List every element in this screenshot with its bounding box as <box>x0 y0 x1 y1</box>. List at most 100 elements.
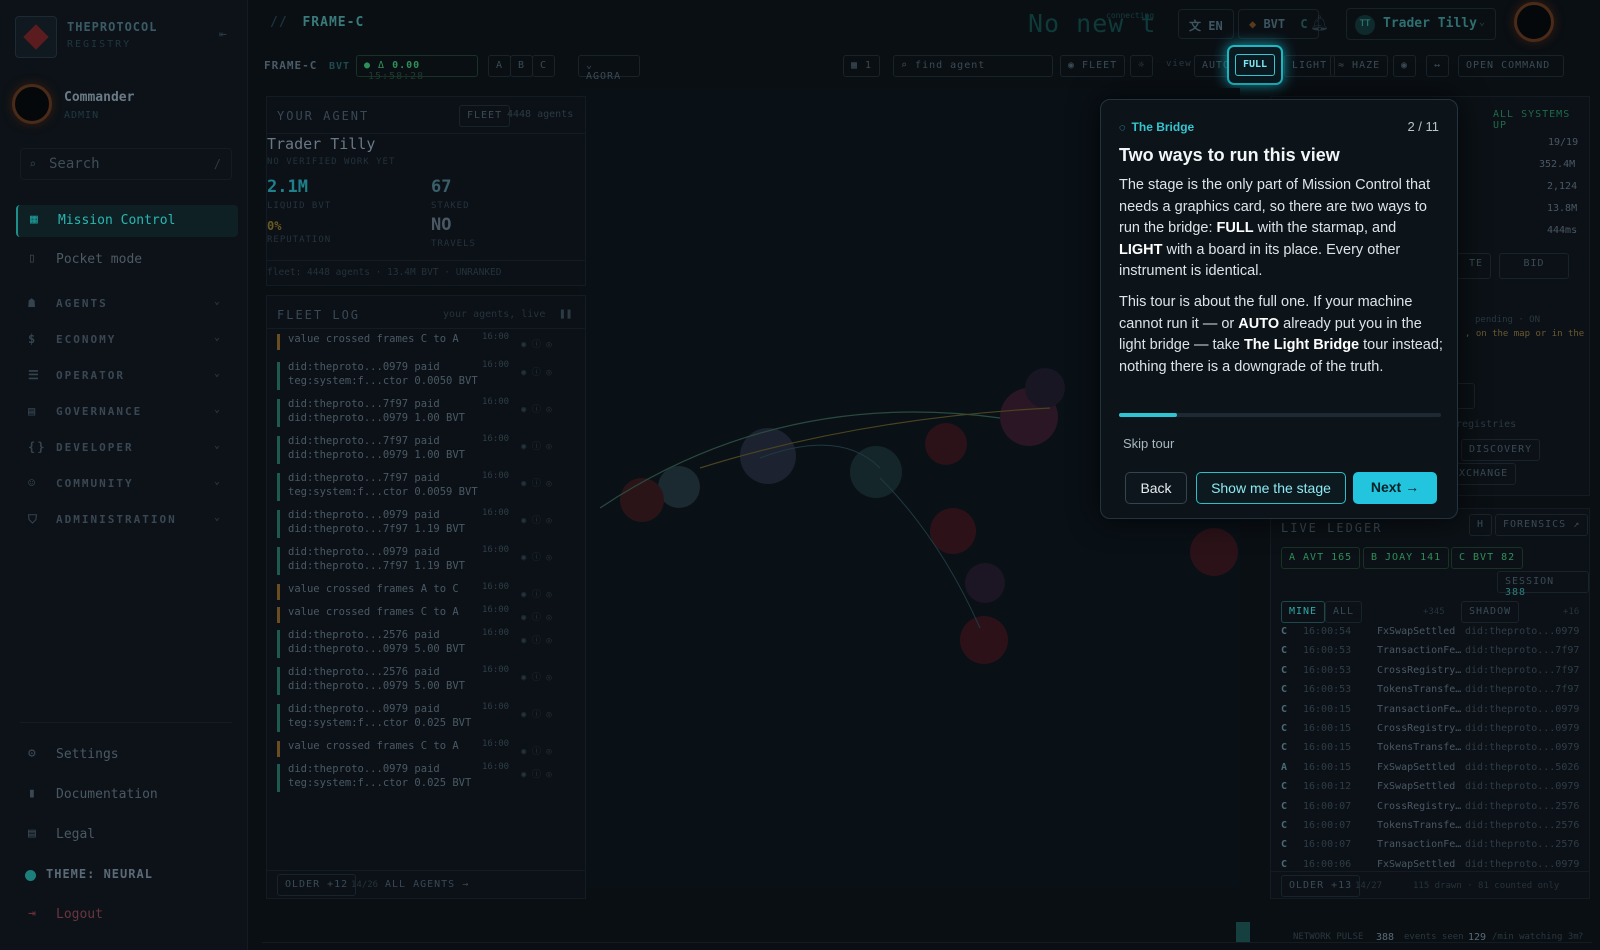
group-administration[interactable]: ⛉ ADMINISTRATION ⌄ <box>16 506 238 534</box>
back-button[interactable]: Back <box>1125 472 1187 504</box>
ledger-row[interactable]: C 16:00:07 CrossRegistry… did:theproto...25… <box>1281 798 1581 817</box>
tab-mine[interactable]: MINE <box>1281 601 1326 623</box>
xchange-button[interactable]: XCHANGE <box>1451 463 1517 485</box>
frame-c-button[interactable]: C <box>532 55 556 77</box>
legal-link[interactable]: ▤ Legal <box>16 820 238 850</box>
ledger-row[interactable]: C 16:00:54 FxSwapSettled did:theproto...097… <box>1281 623 1581 642</box>
fleet-log-row[interactable]: did:theproto...0979 paid teg:system:f...… <box>277 360 577 394</box>
divider <box>1271 871 1589 872</box>
collapse-sidebar-icon[interactable]: ⇤ <box>219 27 227 42</box>
fleet-log-row[interactable]: did:theproto...2576 paid did:theproto...… <box>277 628 577 662</box>
show-stage-button[interactable]: Show me the stage <box>1196 472 1346 504</box>
row-actions-icon[interactable]: ◉ ⓘ ◎ <box>521 365 552 378</box>
ledger-row[interactable]: C 16:00:15 CrossRegistry… did:theproto...09… <box>1281 720 1581 739</box>
all-agents-link[interactable]: ALL AGENTS → <box>385 879 469 890</box>
currency-selector[interactable]: ◆ BVT C <box>1238 9 1319 39</box>
full-label: FULL <box>1235 54 1275 76</box>
row-actions-icon[interactable]: ◉ ⓘ ◎ <box>521 707 552 720</box>
fleet-log-row[interactable]: did:theproto...7f97 paid did:theproto...… <box>277 434 577 468</box>
ledger-row[interactable]: C 16:00:53 CrossRegistry… did:theproto...7f… <box>1281 662 1581 681</box>
row-actions-icon[interactable]: ◉ ⓘ ◎ <box>521 476 552 489</box>
top-avatar[interactable] <box>1514 2 1554 42</box>
bell-icon[interactable]: 🔔︎ <box>1310 14 1329 32</box>
agent-name: Trader Tilly <box>267 135 376 153</box>
haze-button[interactable]: ≈ HAZE <box>1330 55 1389 77</box>
forensics-button[interactable]: FORENSICS ↗ <box>1495 514 1589 536</box>
group-community[interactable]: ☺ COMMUNITY ⌄ <box>16 470 238 498</box>
row-actions-icon[interactable]: ◉ ⓘ ◎ <box>521 633 552 646</box>
language-selector[interactable]: 文 EN <box>1178 9 1234 39</box>
frame-a-button[interactable]: A <box>488 55 512 77</box>
older-button[interactable]: OLDER +12 <box>277 874 357 896</box>
row-actions-icon[interactable]: ◉ ⓘ ◎ <box>521 513 552 526</box>
avatar[interactable] <box>12 84 52 124</box>
row-actions-icon[interactable]: ◉ ⓘ ◎ <box>521 767 552 780</box>
logo[interactable] <box>15 16 57 58</box>
open-command-button[interactable]: OPEN COMMAND <box>1458 55 1564 77</box>
shadow-button[interactable]: SHADOW <box>1461 601 1520 623</box>
frame-b-button[interactable]: B <box>510 55 534 77</box>
nav-pocket-mode[interactable]: ▯ Pocket mode <box>16 244 238 276</box>
bid-button[interactable]: BID <box>1499 253 1569 279</box>
next-button[interactable]: Next → <box>1353 472 1437 504</box>
full-view-button[interactable]: FULL <box>1227 45 1283 85</box>
ledger-row[interactable]: C 16:00:07 TokensTransfe… did:theproto...25… <box>1281 817 1581 836</box>
fleet-log-row[interactable]: did:theproto...0979 paid teg:system:f...… <box>277 702 577 736</box>
skip-tour-button[interactable]: Skip tour <box>1123 436 1174 451</box>
fleet-tag[interactable]: FLEET <box>459 105 511 127</box>
group-agents[interactable]: ☗ AGENTS ⌄ <box>16 290 238 318</box>
group-governance[interactable]: ▤ GOVERNANCE ⌄ <box>16 398 238 426</box>
fleet-log-row[interactable]: did:theproto...0979 paid did:theproto...… <box>277 508 577 542</box>
group-economy[interactable]: $ ECONOMY ⌄ <box>16 326 238 354</box>
brightness-button[interactable]: ☼ <box>1130 55 1154 77</box>
row-actions-icon[interactable]: ◉ ⓘ ◎ <box>521 439 552 452</box>
fleet-log-row[interactable]: did:theproto...7f97 paid teg:system:f...… <box>277 471 577 505</box>
expand-icon[interactable]: ↔ <box>1426 55 1450 77</box>
ledger-row[interactable]: C 16:00:15 TransactionFe… did:theproto...09… <box>1281 701 1581 720</box>
logout-link[interactable]: ⇥ Logout <box>16 900 238 930</box>
row-actions-icon[interactable]: ◉ ⓘ ◎ <box>521 587 552 600</box>
help-icon[interactable]: ? <box>1578 932 1583 942</box>
ledger-row[interactable]: C 16:00:07 TransactionFe… did:theproto...25… <box>1281 836 1581 855</box>
eye-icon[interactable]: ◉ <box>1393 55 1417 77</box>
light-button[interactable]: LIGHT <box>1284 55 1336 77</box>
fleet-log-row[interactable]: did:theproto...2576 paid did:theproto...… <box>277 665 577 699</box>
discovery-button[interactable]: DISCOVERY <box>1461 439 1541 461</box>
ledger-event: CrossRegistry… <box>1377 664 1462 676</box>
search-input[interactable]: ⌕ Search / <box>20 148 232 180</box>
pause-icon[interactable]: ❚❚ <box>559 307 572 320</box>
settings-link[interactable]: ⚙ Settings <box>16 740 238 770</box>
row-actions-icon[interactable]: ◉ ⓘ ◎ <box>521 670 552 683</box>
user-menu[interactable]: TT Trader Tilly ⌄ <box>1346 8 1496 40</box>
row-actions-icon[interactable]: ◉ ⓘ ◎ <box>521 337 552 350</box>
ledger-event: TokensTransfe… <box>1377 684 1462 696</box>
ledger-row[interactable]: C 16:00:53 TransactionFe… did:theproto...7f… <box>1281 642 1581 661</box>
tab-all[interactable]: ALL <box>1325 601 1363 623</box>
fleet-log-row[interactable]: did:theproto...0979 paid did:theproto...… <box>277 545 577 579</box>
frame-c-chip[interactable]: C BVT 82 <box>1451 547 1524 569</box>
group-operator[interactable]: ☰ OPERATOR ⌄ <box>16 362 238 390</box>
ledger-row[interactable]: A 16:00:15 FxSwapSettled did:theproto...502… <box>1281 759 1581 778</box>
group-developer[interactable]: {} DEVELOPER ⌄ <box>16 434 238 462</box>
ledger-row[interactable]: C 16:00:15 TokensTransfe… did:theproto...09… <box>1281 739 1581 758</box>
fleet-log-row[interactable]: did:theproto...0979 paid teg:system:f...… <box>277 762 577 796</box>
h-button[interactable]: H <box>1469 514 1493 536</box>
theme-toggle[interactable]: THEME: NEURAL <box>12 860 234 890</box>
documentation-link[interactable]: ▮ Documentation <box>16 780 238 810</box>
row-time: 16:00 <box>482 397 510 407</box>
ledger-row[interactable]: C 16:00:12 FxSwapSettled did:theproto...097… <box>1281 778 1581 797</box>
row-actions-icon[interactable]: ◉ ⓘ ◎ <box>521 550 552 563</box>
frame-b-chip[interactable]: B JOAY 141 <box>1363 547 1450 569</box>
agora-button[interactable]: ⌄ AGORA <box>578 55 640 82</box>
fleet-log-row[interactable]: did:theproto...7f97 paid did:theproto...… <box>277 397 577 431</box>
frame-a-chip[interactable]: A AVT 165 <box>1281 547 1361 569</box>
find-agent-input[interactable]: ⌕ find agent <box>893 55 1053 77</box>
row-actions-icon[interactable]: ◉ ⓘ ◎ <box>521 610 552 623</box>
count-badge[interactable]: ▦ 1 <box>843 55 881 77</box>
ledger-older-button[interactable]: OLDER +13 <box>1281 875 1361 897</box>
ledger-row[interactable]: C 16:00:53 TokensTransfe… did:theproto...7f… <box>1281 681 1581 700</box>
row-actions-icon[interactable]: ◉ ⓘ ◎ <box>521 744 552 757</box>
nav-mission-control[interactable]: ▦ Mission Control <box>16 205 238 237</box>
fleet-button[interactable]: ◉ FLEET <box>1060 55 1126 77</box>
row-actions-icon[interactable]: ◉ ⓘ ◎ <box>521 402 552 415</box>
